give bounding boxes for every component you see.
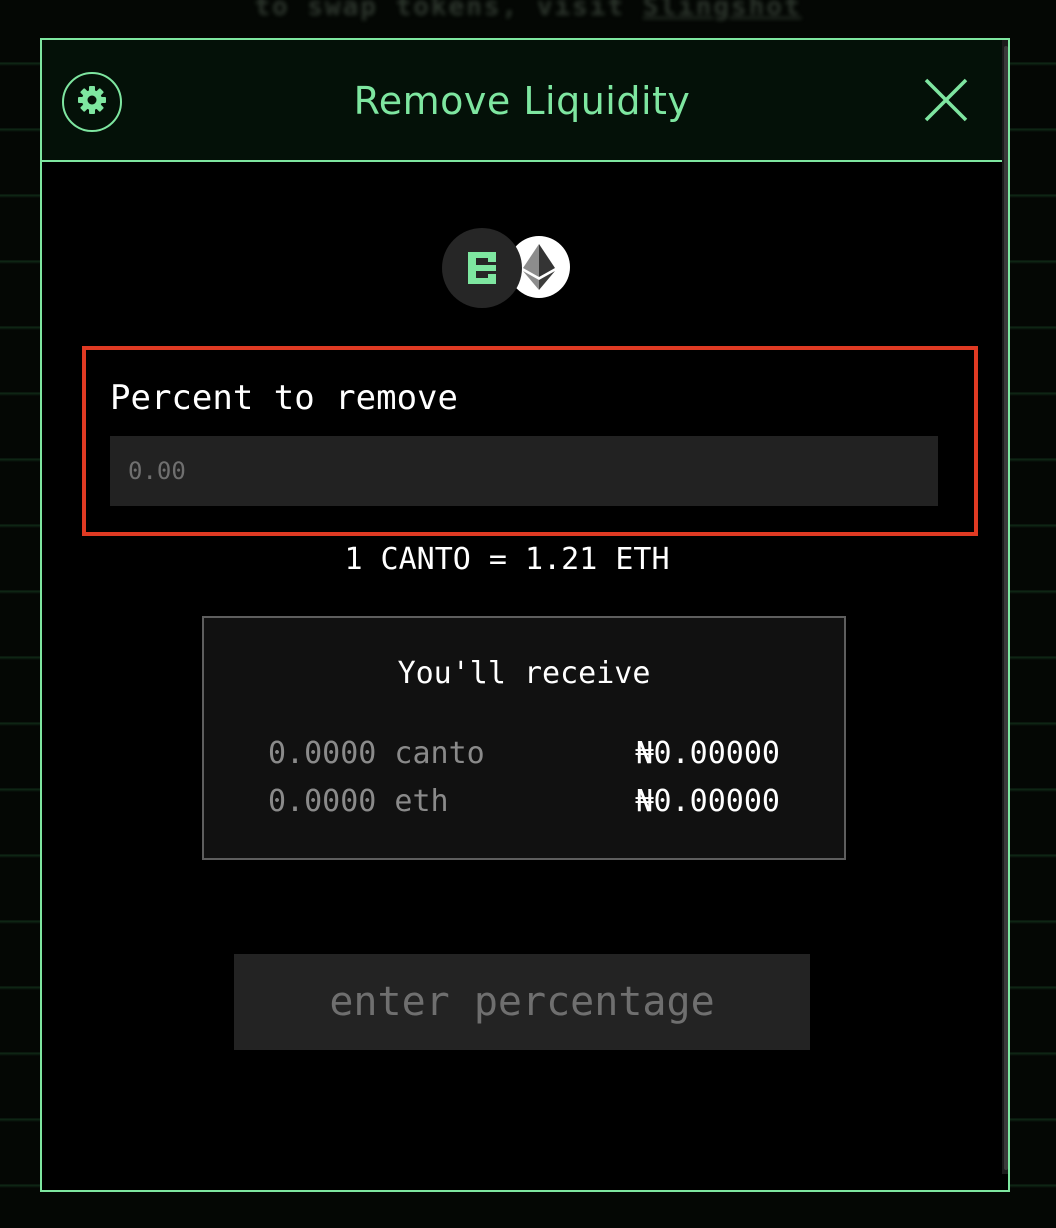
receive-row-eth: 0.0000 eth ₦0.00000 bbox=[268, 782, 780, 822]
canto-icon bbox=[442, 228, 522, 308]
percent-label: Percent to remove bbox=[110, 378, 458, 418]
receive-value: ₦0.00000 bbox=[635, 784, 781, 819]
receive-amount: 0.0000 eth bbox=[268, 784, 449, 819]
close-button[interactable] bbox=[920, 74, 972, 126]
background-notice-link[interactable]: Slingshot bbox=[643, 0, 802, 22]
exchange-rate: 1 CANTO = 1.21 ETH bbox=[344, 542, 670, 577]
token-pair-icons bbox=[442, 228, 572, 308]
enter-percentage-button[interactable]: enter percentage bbox=[234, 954, 810, 1050]
background-notice: to swap tokens, visit Slingshot bbox=[0, 0, 1056, 22]
percent-to-remove-section: Percent to remove bbox=[82, 346, 978, 536]
modal-header: Remove Liquidity bbox=[42, 40, 1002, 162]
receive-summary: You'll receive 0.0000 canto ₦0.00000 0.0… bbox=[202, 616, 846, 860]
receive-title: You'll receive bbox=[397, 656, 651, 691]
remove-liquidity-modal: Remove Liquidity Percent to remove 0.00 … bbox=[40, 38, 1010, 1192]
receive-amount: 0.0000 canto bbox=[268, 736, 485, 771]
modal-title: Remove Liquidity bbox=[353, 79, 691, 123]
background-notice-text: to swap tokens, visit bbox=[254, 0, 626, 22]
percent-input[interactable] bbox=[110, 436, 938, 506]
receive-row-canto: 0.0000 canto ₦0.00000 bbox=[268, 734, 780, 774]
close-icon bbox=[920, 78, 972, 130]
modal-scrollbar-thumb[interactable] bbox=[1004, 46, 1008, 1170]
receive-value: ₦0.00000 bbox=[635, 736, 781, 771]
